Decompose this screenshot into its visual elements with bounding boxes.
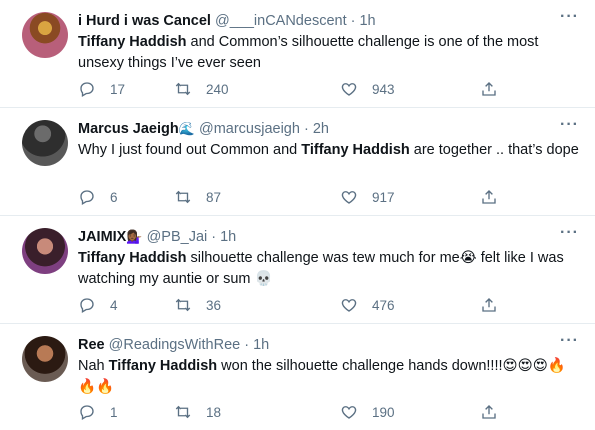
retweet-icon — [175, 298, 191, 312]
user-handle[interactable]: @___inCANdescent — [215, 13, 347, 29]
tweet-text-part: Tiffany Haddish — [78, 250, 187, 266]
retweet-count: 36 — [206, 297, 222, 313]
share-button[interactable] — [480, 80, 498, 98]
heart-icon — [341, 406, 357, 419]
tweet-text: Nah Tiffany Haddish won the silhouette c… — [78, 356, 583, 398]
reply-icon — [80, 190, 94, 205]
reply-count: 17 — [110, 81, 126, 97]
tweet-text-part: Why I just found out Common and — [78, 142, 302, 158]
display-name[interactable]: i Hurd i was Cancel — [78, 13, 211, 29]
timestamp[interactable]: · 1h — [351, 13, 376, 29]
reply-button[interactable]: 6 — [78, 188, 118, 206]
retweet-icon — [175, 405, 191, 419]
tweet-header: i Hurd i was Cancel @___inCANdescent · 1… — [78, 12, 376, 30]
display-name[interactable]: Marcus Jaeigh — [78, 121, 179, 137]
share-button[interactable] — [480, 188, 498, 206]
tweet-actions: 17 240 943 — [78, 80, 508, 100]
name-emoji: 💁🏾‍♀️ — [126, 229, 143, 244]
retweet-button[interactable]: 87 — [174, 188, 221, 206]
retweet-count: 87 — [206, 189, 222, 205]
tweet-actions: 6 87 917 — [78, 188, 508, 208]
like-count: 476 — [372, 297, 395, 313]
timestamp[interactable]: · 1h — [244, 337, 269, 353]
more-options-icon[interactable]: ··· — [560, 332, 579, 350]
name-emoji: 🌊 — [178, 121, 195, 136]
avatar[interactable] — [22, 12, 68, 58]
retweet-icon — [175, 190, 191, 204]
reply-button[interactable]: 1 — [78, 403, 118, 421]
tweet-text: Why I just found out Common and Tiffany … — [78, 140, 583, 161]
tweet-text-part: Tiffany Haddish — [78, 34, 187, 50]
more-options-icon[interactable]: ··· — [560, 224, 579, 242]
tweet-text: Tiffany Haddish silhouette challenge was… — [78, 248, 583, 290]
like-button[interactable]: 476 — [340, 296, 395, 314]
tweet-header: JAIMIX💁🏾‍♀️ @PB_Jai · 1h — [78, 228, 236, 246]
retweet-count: 240 — [206, 81, 229, 97]
display-name[interactable]: Ree — [78, 337, 105, 353]
tweet-text-part: are together .. that’s dope — [409, 142, 579, 158]
like-button[interactable]: 190 — [340, 403, 395, 421]
tweet[interactable]: Marcus Jaeigh🌊 @marcusjaeigh · 2h ··· Wh… — [0, 108, 595, 216]
user-handle[interactable]: @PB_Jai — [147, 229, 208, 245]
tweet-text: Tiffany Haddish and Common’s silhouette … — [78, 32, 583, 74]
tweet-actions: 4 36 476 — [78, 296, 508, 316]
share-button[interactable] — [480, 296, 498, 314]
retweet-count: 18 — [206, 404, 222, 420]
reply-icon — [80, 298, 94, 313]
tweet[interactable]: Ree @ReadingsWithRee · 1h ··· Nah Tiffan… — [0, 324, 595, 430]
more-options-icon[interactable]: ··· — [560, 116, 579, 134]
reply-count: 6 — [110, 189, 118, 205]
like-count: 190 — [372, 404, 395, 420]
tweet[interactable]: i Hurd i was Cancel @___inCANdescent · 1… — [0, 0, 595, 108]
tweet-header: Marcus Jaeigh🌊 @marcusjaeigh · 2h — [78, 120, 329, 138]
tweet-text-part: Tiffany Haddish — [108, 358, 218, 374]
tweet-text-part: Tiffany Haddish — [301, 142, 410, 158]
reply-icon — [80, 405, 94, 420]
user-handle[interactable]: @ReadingsWithRee — [109, 337, 241, 353]
like-count: 943 — [372, 81, 395, 97]
reply-icon — [80, 82, 94, 97]
heart-icon — [341, 299, 357, 312]
tweet-text-part: Nah — [78, 358, 109, 374]
like-count: 917 — [372, 189, 395, 205]
share-icon — [482, 190, 496, 204]
avatar[interactable] — [22, 336, 68, 382]
heart-icon — [341, 191, 357, 204]
retweet-button[interactable]: 18 — [174, 403, 221, 421]
avatar[interactable] — [22, 120, 68, 166]
tweet-actions: 1 18 190 — [78, 403, 508, 423]
display-name[interactable]: JAIMIX — [78, 229, 126, 245]
more-options-icon[interactable]: ··· — [560, 8, 579, 26]
timestamp[interactable]: · 1h — [211, 229, 236, 245]
avatar[interactable] — [22, 228, 68, 274]
reply-button[interactable]: 17 — [78, 80, 125, 98]
like-button[interactable]: 917 — [340, 188, 395, 206]
tweet[interactable]: JAIMIX💁🏾‍♀️ @PB_Jai · 1h ··· Tiffany Had… — [0, 216, 595, 324]
reply-count: 1 — [110, 404, 118, 420]
heart-icon — [341, 83, 357, 96]
share-icon — [482, 405, 496, 419]
tweet-header: Ree @ReadingsWithRee · 1h — [78, 336, 269, 354]
timestamp[interactable]: · 2h — [304, 121, 329, 137]
share-icon — [482, 298, 496, 312]
retweet-button[interactable]: 36 — [174, 296, 221, 314]
retweet-icon — [175, 82, 191, 96]
reply-button[interactable]: 4 — [78, 296, 118, 314]
share-icon — [482, 82, 496, 96]
tweet-feed: i Hurd i was Cancel @___inCANdescent · 1… — [0, 0, 595, 430]
reply-count: 4 — [110, 297, 118, 313]
like-button[interactable]: 943 — [340, 80, 395, 98]
user-handle[interactable]: @marcusjaeigh — [199, 121, 300, 137]
share-button[interactable] — [480, 403, 498, 421]
retweet-button[interactable]: 240 — [174, 80, 229, 98]
